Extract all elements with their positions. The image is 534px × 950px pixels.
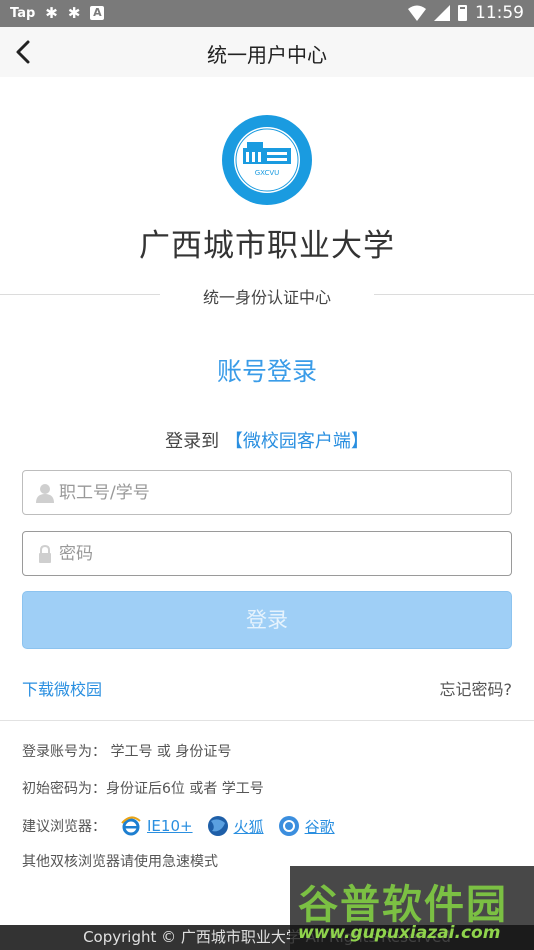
browser-firefox[interactable]: 火狐 xyxy=(207,815,264,837)
user-icon xyxy=(36,484,54,503)
signal-icon xyxy=(434,5,450,21)
sync-icon: ✱ xyxy=(67,4,81,22)
ie-icon xyxy=(121,816,141,836)
password-field[interactable] xyxy=(22,531,512,576)
page-title: 统一用户中心 xyxy=(207,43,327,67)
browser-chrome[interactable]: 谷歌 xyxy=(278,815,335,837)
password-hint: 初始密码为：身份证后6位 或者 学工号 xyxy=(22,781,264,797)
browser-firefox-label: 火狐 xyxy=(233,817,264,836)
browser-label: 建议浏览器： xyxy=(22,819,106,835)
subtitle: 统一身份认证中心 xyxy=(202,288,331,307)
divider xyxy=(0,720,534,721)
password-input[interactable] xyxy=(59,532,499,575)
login-heading: 账号登录 xyxy=(216,357,317,386)
username-field[interactable] xyxy=(22,470,512,515)
login-button[interactable]: 登录 xyxy=(22,591,512,649)
logo-text: GXCVU xyxy=(255,169,280,177)
subtitle-row: 统一身份认证中心 xyxy=(0,284,534,307)
browser-ie-label: IE10+ xyxy=(147,817,193,835)
divider-right xyxy=(374,294,534,295)
sync-icon: ✱ xyxy=(45,4,58,22)
university-logo: GXCVU xyxy=(222,115,312,205)
watermark: 谷普软件园 www.gupuxiazai.com xyxy=(290,866,534,950)
firefox-icon xyxy=(207,816,228,836)
dual-core-hint: 其他双核浏览器请使用急速模式 xyxy=(22,854,218,870)
browser-row: 建议浏览器： IE10+ 火狐 谷歌 xyxy=(22,815,335,837)
lock-icon xyxy=(39,544,51,563)
status-right: 11:59 xyxy=(408,3,524,23)
chrome-icon xyxy=(278,816,299,836)
browser-chrome-label: 谷歌 xyxy=(304,817,335,836)
a-icon: A xyxy=(90,6,105,20)
username-input[interactable] xyxy=(59,471,499,514)
watermark-title: 谷普软件园 xyxy=(298,882,508,928)
wifi-icon xyxy=(408,5,426,21)
account-hint: 登录账号为： 学工号 或 身份证号 xyxy=(22,744,232,760)
status-bar: Tap ✱ ✱ A 11:59 xyxy=(0,0,534,27)
client-name: 【微校园客户端】 xyxy=(224,431,369,452)
university-name: 广西城市职业大学 xyxy=(139,228,395,264)
battery-icon xyxy=(458,5,467,21)
login-target: 登录到 【微校园客户端】 xyxy=(0,427,534,453)
tap-label: Tap xyxy=(10,5,36,21)
status-time: 11:59 xyxy=(475,3,524,23)
app-bar: 统一用户中心 xyxy=(0,27,534,77)
status-left: Tap ✱ ✱ A xyxy=(10,4,105,22)
download-link[interactable]: 下载微校园 xyxy=(22,676,102,700)
forgot-password-link[interactable]: 忘记密码? xyxy=(440,676,513,700)
login-to-prefix: 登录到 xyxy=(165,431,220,452)
browser-ie[interactable]: IE10+ xyxy=(120,815,193,837)
watermark-url: www.gupuxiazai.com xyxy=(298,923,501,943)
